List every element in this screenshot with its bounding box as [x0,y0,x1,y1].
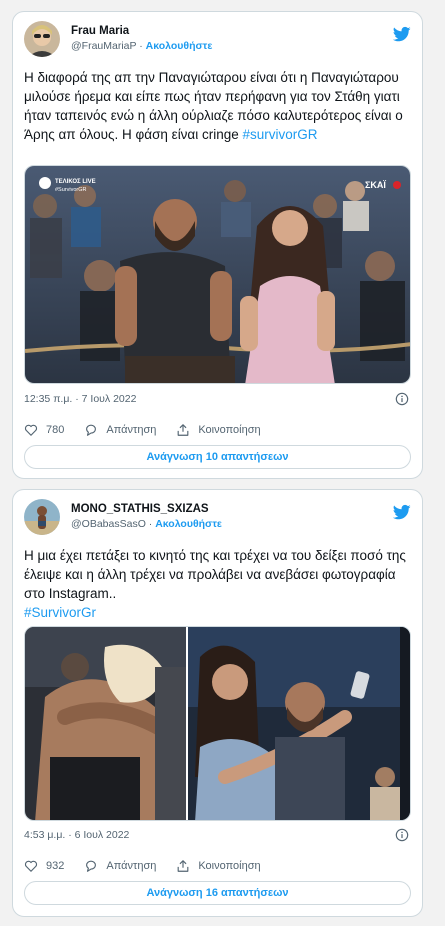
separator-dot: · [136,40,146,52]
like-button[interactable]: 780 [24,423,64,437]
reply-bubble-icon [86,424,97,436]
reply-label: Απάντηση [106,424,157,436]
twitter-bird-icon[interactable] [393,25,411,43]
user-handle[interactable]: @FrauMariaP [71,40,136,52]
heart-icon [24,424,38,436]
timestamp-row: 4:53 μ.μ. · 6 Ιουλ 2022 [24,827,411,843]
info-icon[interactable] [395,828,409,842]
tweet-photo-left[interactable] [25,627,186,821]
separator-dot: · [145,518,156,530]
share-button[interactable]: Κοινοποίηση [176,859,261,873]
avatar[interactable] [24,499,60,535]
avatar[interactable] [24,21,60,57]
tweet-card: MONO_STATHIS_SXIZAS @OBabasSasO · Ακολου… [12,489,423,917]
tweet-photo-grid [24,626,411,821]
hashtag-link[interactable]: #survivorGR [243,127,318,142]
timestamp-row: 12:35 π.μ. · 7 Ιουλ 2022 [24,391,411,407]
reply-button[interactable]: Απάντηση [84,859,156,873]
heart-icon [24,860,38,872]
share-upload-icon [177,424,189,436]
timestamp[interactable]: 12:35 π.μ. · 7 Ιουλ 2022 [24,393,136,405]
tweet-body: Η διαφορά της απ την Παναγιώταρου είναι … [24,70,403,142]
display-name[interactable]: MONO_STATHIS_SXIZAS [71,502,222,516]
hashtag-link[interactable]: #SurvivorGr [24,605,96,620]
tweet-text: Η διαφορά της απ την Παναγιώταρου είναι … [24,68,411,144]
read-replies-button[interactable]: Ανάγνωση 16 απαντήσεων [24,881,411,905]
display-name[interactable]: Frau Maria [71,24,212,38]
share-button[interactable]: Κοινοποίηση [176,423,261,437]
like-count: 932 [46,860,65,872]
read-replies-button[interactable]: Ανάγνωση 10 απαντήσεων [24,445,411,469]
user-handle[interactable]: @OBabasSasO [71,518,146,530]
tweet-header: MONO_STATHIS_SXIZAS @OBabasSasO · Ακολου… [24,499,411,539]
live-overlay-label: ΤΕΛΙΚΟΣ LIVE [55,179,96,185]
info-icon[interactable] [395,392,409,406]
reply-button[interactable]: Απάντηση [84,423,156,437]
share-label: Κοινοποίηση [198,860,261,872]
reply-bubble-icon [86,860,97,872]
channel-logo-overlay: ΣΚΑΪ [365,180,386,190]
like-button[interactable]: 932 [24,859,64,873]
action-bar: 780 Απάντηση Κοινοποίηση [24,421,411,439]
timestamp[interactable]: 4:53 μ.μ. · 6 Ιουλ 2022 [24,829,129,841]
live-overlay-hashtag: #SurvivorGR [55,187,87,193]
action-bar: 932 Απάντηση Κοινοποίηση [24,857,411,875]
like-count: 780 [46,424,65,436]
tweet-body: Η μια έχει πετάξει το κινητό της και τρέ… [24,548,406,601]
tweet-card: Frau Maria @FrauMariaP · Ακολουθήστε Η δ… [12,11,423,479]
tweet-photo[interactable]: ΤΕΛΙΚΟΣ LIVE #SurvivorGR ΣΚΑΪ [24,165,411,384]
tweet-photo-right[interactable] [188,627,411,821]
tweet-header: Frau Maria @FrauMariaP · Ακολουθήστε [24,21,411,61]
tweet-text: Η μια έχει πετάξει το κινητό της και τρέ… [24,546,411,622]
follow-link[interactable]: Ακολουθήστε [146,40,213,52]
twitter-bird-icon[interactable] [393,503,411,521]
share-label: Κοινοποίηση [198,424,261,436]
share-upload-icon [177,860,189,872]
follow-link[interactable]: Ακολουθήστε [155,518,222,530]
reply-label: Απάντηση [106,860,157,872]
